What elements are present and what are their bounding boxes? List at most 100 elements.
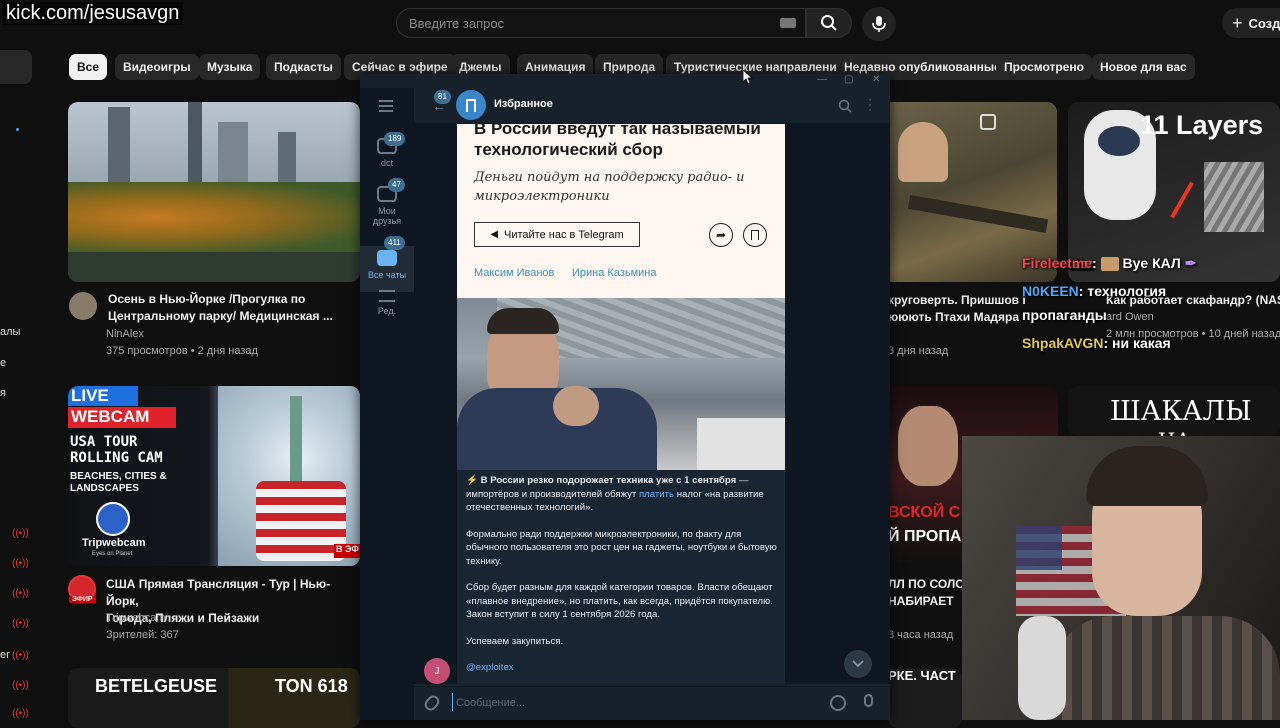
live-icon: ((•)) — [12, 680, 29, 691]
suitcase-flag — [256, 481, 346, 561]
create-label: Созд — [1248, 15, 1280, 31]
folder-label: Ред. — [377, 306, 397, 316]
background-object — [697, 418, 785, 470]
mic-icon[interactable] — [864, 694, 873, 707]
more-icon[interactable]: · · · — [868, 93, 872, 115]
message-text: ⚡ В России резко подорожает техника уже … — [466, 474, 780, 675]
message-input[interactable]: Сообщение... — [456, 697, 796, 713]
live-badge: В ЭФ — [334, 544, 360, 558]
video-title[interactable]: круговерть. Пришшов і ююють Птахи Мадяра — [888, 292, 1028, 326]
chip-watched[interactable]: Просмотрено — [996, 54, 1093, 80]
link-preview-card[interactable]: В России введут так называемый технологи… — [457, 124, 785, 298]
sidebar-item-label[interactable]: я — [0, 387, 6, 399]
video-thumbnail[interactable]: РКЕ. ЧАСТ — [888, 668, 962, 728]
folder-edit[interactable]: Ред. — [360, 290, 414, 316]
thumb-caption: НА — [1158, 428, 1191, 436]
live-label: LIVE — [68, 386, 138, 406]
sidebar-item-home[interactable] — [0, 50, 32, 84]
folder-all-chats[interactable]: Все чаты — [360, 250, 414, 280]
chip-videogames[interactable]: Видеоигры — [115, 54, 199, 80]
folder-label: Все чаты — [367, 270, 407, 280]
mouse-cursor-icon — [743, 70, 753, 85]
chip-music[interactable]: Музыка — [199, 54, 261, 80]
sidebar-item-label[interactable]: er — [0, 649, 10, 661]
video-thumbnail[interactable]: BETELGEUSE TON 618 — [68, 668, 360, 728]
bookmark-button[interactable] — [743, 223, 767, 247]
bookmark-icon — [751, 230, 759, 240]
soldier-face — [898, 122, 948, 182]
search-button[interactable] — [806, 8, 852, 38]
sidebar-item-label[interactable]: е — [0, 357, 6, 369]
chevron-down-icon — [852, 660, 864, 668]
unread-badge: 189 — [384, 132, 406, 146]
text-cursor — [452, 693, 453, 711]
keyboard-icon[interactable] — [780, 18, 796, 28]
chip-new[interactable]: Новое для вас — [1092, 54, 1195, 80]
channel-mention-link[interactable]: @exploitex — [466, 661, 780, 675]
author-link[interactable]: Ирина Казьмина — [572, 267, 657, 279]
mic-icon — [872, 16, 886, 32]
read-telegram-button[interactable]: ◀ Читайте нас в Telegram — [474, 222, 640, 247]
video-title[interactable]: Осень в Нью-Йорке /Прогулка по Центрально… — [108, 291, 358, 325]
video-meta: Зрителей: 367 — [106, 629, 179, 641]
red-arrow — [1170, 181, 1194, 219]
maximize-icon[interactable]: ▢ — [844, 74, 853, 85]
inline-link[interactable]: платить — [639, 489, 674, 500]
message-photo[interactable] — [457, 298, 785, 470]
channel-name[interactable]: NinAlex — [106, 328, 144, 340]
new-content-dot — [16, 128, 19, 131]
thumb-caption: ШАКАЛЫ — [1110, 396, 1252, 427]
attach-icon[interactable] — [422, 693, 442, 713]
send-icon: ◀ — [490, 229, 499, 240]
emoji-icon[interactable] — [830, 695, 846, 711]
live-icon: ((•)) — [12, 708, 29, 719]
video-thumbnail[interactable]: ШАКАЛЫ НА — [1068, 386, 1280, 436]
text-paragraph: Успеваем закупиться. — [466, 635, 564, 647]
minimize-icon[interactable]: — — [817, 74, 827, 85]
video-meta: 375 просмотров • 2 дня назад — [106, 345, 258, 357]
folder-friends[interactable]: Мои друзья — [360, 186, 414, 226]
streamer-webcam — [962, 436, 1280, 720]
sender-avatar[interactable]: J — [424, 658, 450, 684]
menu-icon[interactable] — [379, 100, 393, 112]
layers-title: 11 Layers — [1140, 110, 1264, 140]
scroll-down-button[interactable] — [844, 650, 872, 678]
search-input[interactable]: Введите запрос — [396, 8, 806, 38]
video-meta: 3 часа назад — [888, 629, 954, 641]
channel-name[interactable]: ard Owen — [1106, 311, 1154, 323]
flag-icon — [980, 114, 996, 130]
button-label: Читайте нас в Telegram — [504, 228, 624, 241]
chat-title[interactable]: Избранное — [494, 98, 553, 110]
folder-label: Мои — [378, 206, 396, 216]
channel-avatar[interactable] — [69, 292, 97, 320]
layers-stack — [1204, 162, 1264, 232]
chat-username: N0KEEN — [1022, 283, 1079, 299]
video-thumbnail[interactable] — [68, 102, 360, 282]
voice-search-button[interactable] — [862, 7, 896, 41]
window-titlebar[interactable]: — ▢ ✕ — [360, 74, 890, 88]
live-icon: ((•)) — [12, 558, 29, 569]
sliders-icon — [379, 290, 395, 302]
share-button[interactable]: ➦ — [709, 223, 733, 247]
close-icon[interactable]: ✕ — [872, 74, 880, 85]
share-icon: ➦ — [715, 228, 727, 242]
chip-podcasts[interactable]: Подкасты — [266, 54, 341, 80]
sidebar-item-label[interactable]: алы — [0, 326, 20, 338]
channel-name[interactable]: Tripwebcam — [106, 612, 166, 624]
person-hair — [487, 308, 559, 334]
create-button[interactable]: + Созд — [1222, 8, 1280, 38]
author-link[interactable]: Максим Иванов — [474, 267, 554, 279]
chat-history: В России введут так называемый технологи… — [414, 124, 890, 684]
search-icon[interactable] — [838, 99, 852, 113]
webcam-label: WEBCAM — [68, 407, 176, 428]
video-title[interactable]: ЛЛ ПО СОЛОВ НАБИРАЕТ — [888, 576, 968, 610]
video-thumbnail[interactable]: LIVE WEBCAM USA TOUR ROLLING CAM BEACHES… — [68, 386, 360, 566]
chip-all[interactable]: Все — [69, 54, 108, 80]
brand-sub-text: Eyes on Planet — [92, 551, 133, 557]
live-icon: ((•)) — [12, 528, 29, 539]
ton618-text: TON 618 — [275, 676, 348, 696]
saved-messages-avatar[interactable] — [456, 90, 486, 120]
telegram-window: — ▢ ✕ dct 189 Мои друзья 47 Все чаты 411… — [360, 74, 890, 720]
person-hand — [553, 386, 599, 426]
message-bubble[interactable]: В России введут так называемый технологи… — [457, 124, 785, 684]
